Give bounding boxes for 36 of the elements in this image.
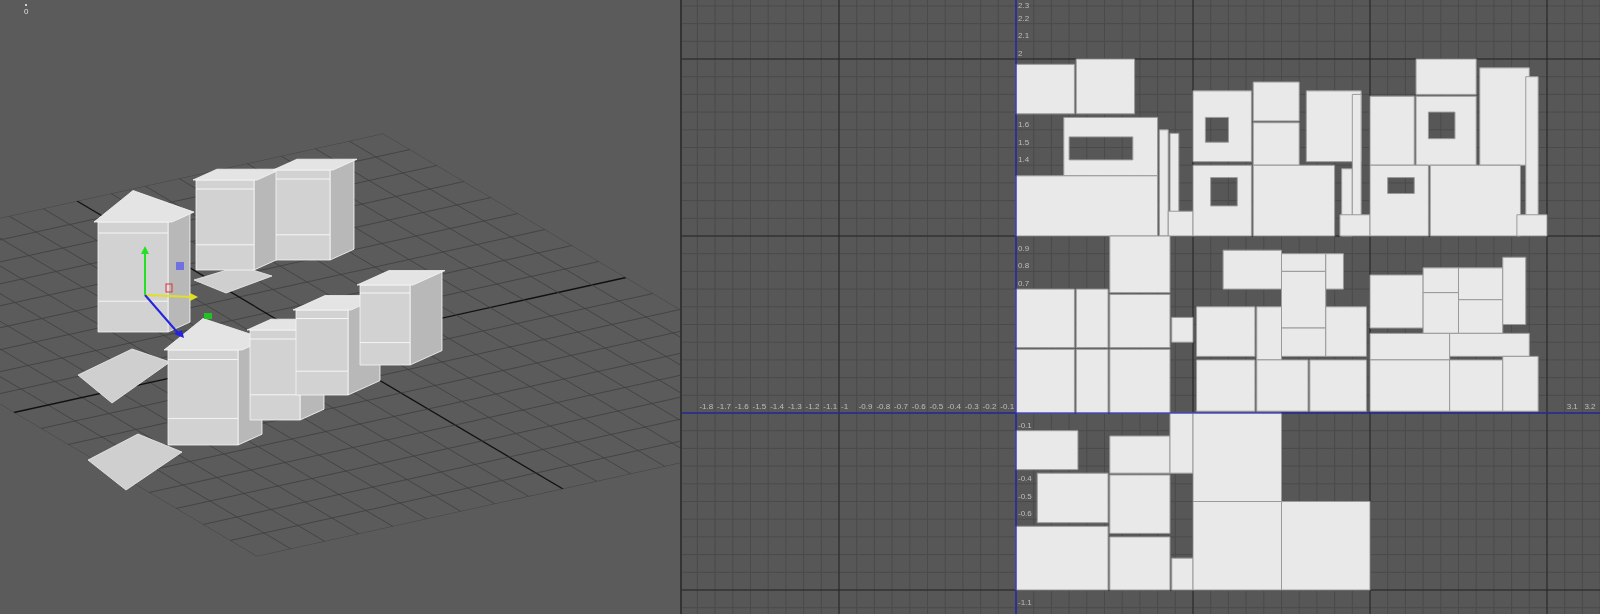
u-axis-label: -1.3 <box>787 402 802 411</box>
u-axis-label: -0.4 <box>947 402 961 411</box>
u-axis-label: -1.2 <box>805 402 820 411</box>
v-axis-label: 2.1 <box>1018 31 1030 41</box>
v-axis-label: -1.1 <box>1018 597 1032 607</box>
u-axis-label: -0.5 <box>929 402 944 411</box>
corner-label: 0 <box>24 8 29 16</box>
u-axis-label: -0.6 <box>911 402 926 411</box>
u-axis-label: -1.5 <box>752 402 767 411</box>
u-axis-label: -1.7 <box>717 402 731 411</box>
u-axis-label: -0.1 <box>1000 402 1015 411</box>
v-axis-label: -0.1 <box>1018 420 1032 430</box>
u-axis-label: -0.7 <box>894 402 908 411</box>
u-axis-label: -1.4 <box>770 402 784 411</box>
v-axis-label: 2.3 <box>1018 1 1030 10</box>
v-axis-label: -0.4 <box>1018 473 1032 483</box>
v-axis-label: 0.7 <box>1018 279 1030 289</box>
v-axis-label: 2.2 <box>1018 13 1030 23</box>
v-axis-label: 2 <box>1018 49 1023 58</box>
v-axis-label: 1.6 <box>1018 119 1030 129</box>
u-axis-label: 3.1 <box>1566 402 1578 411</box>
v-axis-label: 0.9 <box>1018 243 1030 253</box>
u-axis-label: -0.9 <box>858 402 873 411</box>
v-axis-label: 1.5 <box>1018 137 1030 147</box>
v-axis-label: 1.4 <box>1018 155 1030 165</box>
v-axis-label: 0.8 <box>1018 261 1030 271</box>
v-axis-label: -0.6 <box>1018 509 1032 519</box>
u-axis-label: 3.2 <box>1584 402 1596 411</box>
u-axis-label: -1.8 <box>699 402 714 411</box>
u-axis-label: -0.2 <box>982 402 997 411</box>
u-axis-label: -1.6 <box>734 402 749 411</box>
v-axis-label: -0.5 <box>1018 491 1032 501</box>
u-axis-label: -1 <box>841 402 849 411</box>
u-axis-label: -1.1 <box>823 402 838 411</box>
u-axis-label: -0.3 <box>964 402 979 411</box>
u-axis-label: -0.8 <box>876 402 891 411</box>
